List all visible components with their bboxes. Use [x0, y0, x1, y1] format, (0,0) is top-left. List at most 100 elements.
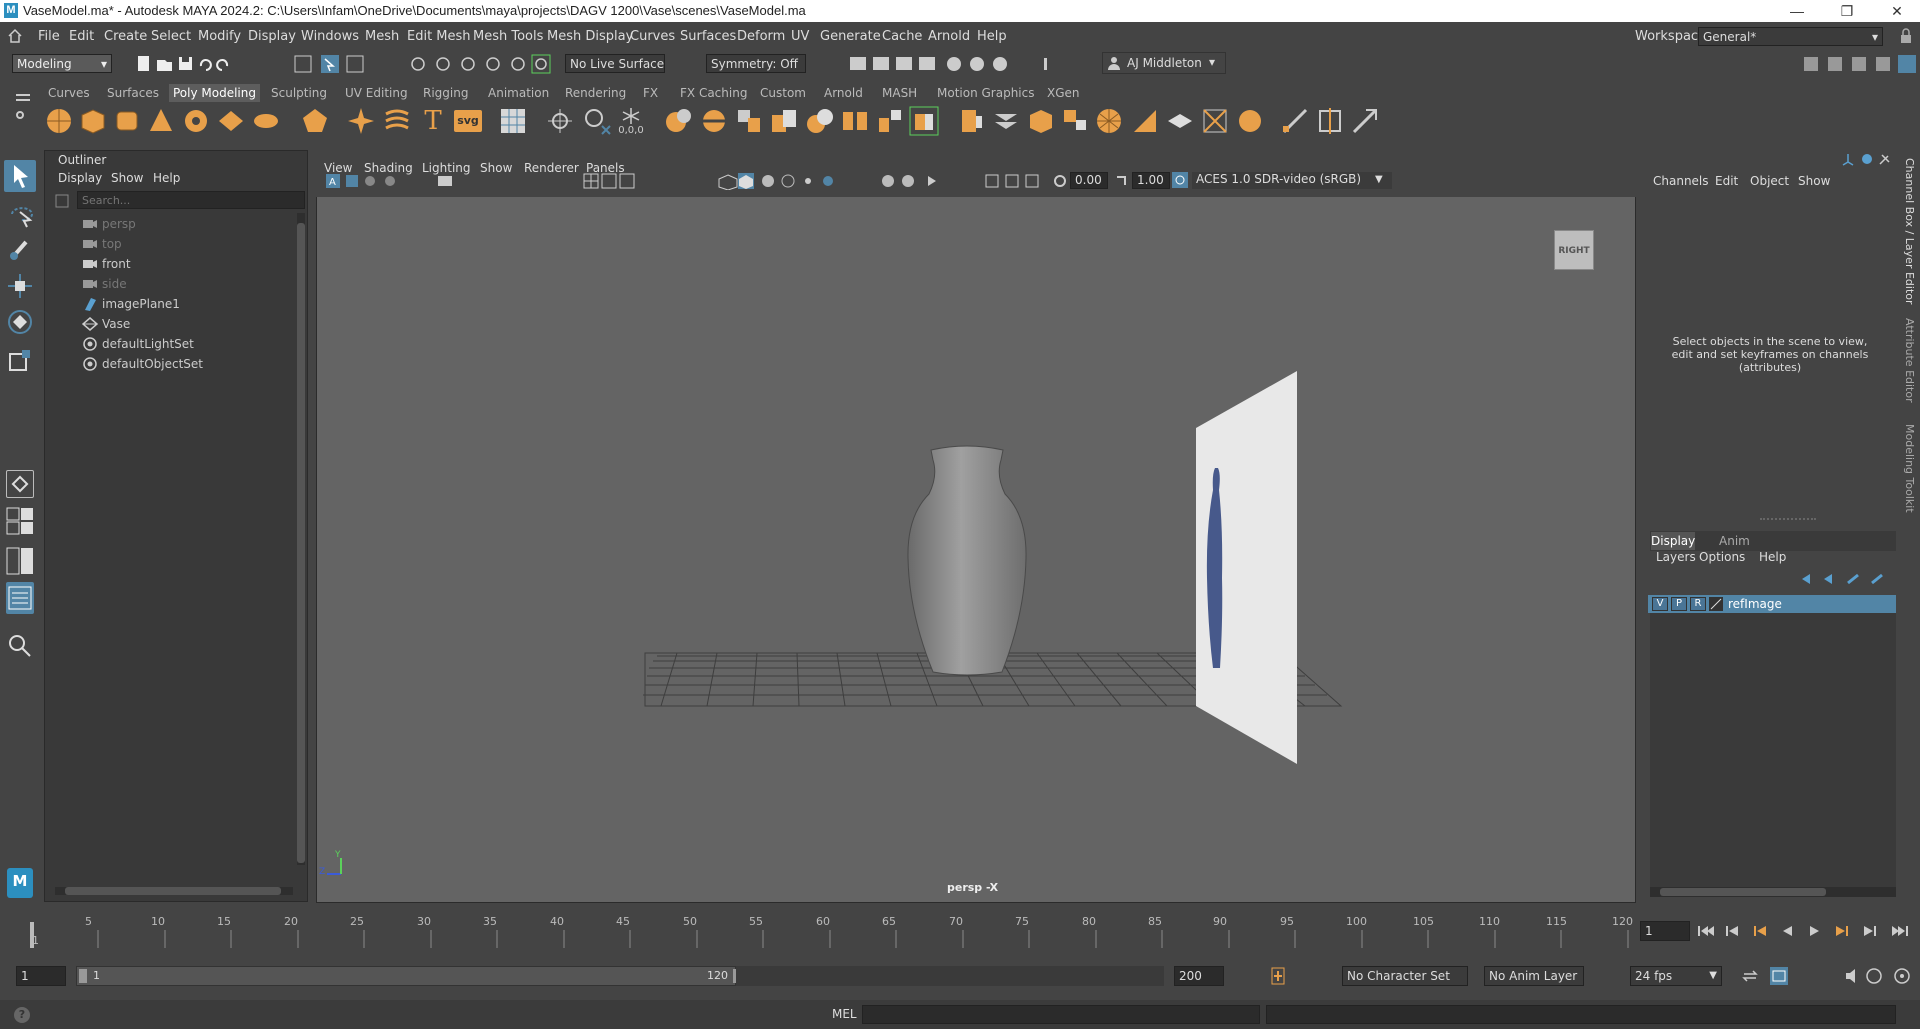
append-polygon-icon[interactable]	[991, 106, 1021, 136]
menu-mesh-tools[interactable]: Mesh Tools	[473, 29, 543, 44]
menu-edit[interactable]: Edit	[69, 29, 94, 44]
outliner-vertical-scrollbar[interactable]	[297, 213, 305, 865]
step-back-frame-icon[interactable]	[1754, 926, 1766, 936]
new-layer-selected-icon[interactable]	[1871, 573, 1883, 585]
user-account[interactable]: AJ Middleton ▾	[1102, 52, 1226, 74]
step-back-key-icon[interactable]	[1726, 926, 1738, 936]
side-tab-channel-box[interactable]: Channel Box / Layer Editor	[1903, 158, 1916, 305]
menu-deform[interactable]: Deform	[737, 29, 785, 44]
textured-icon[interactable]	[781, 174, 795, 188]
mode-select[interactable]: Modeling ▾	[12, 54, 112, 73]
extrude-icon[interactable]	[909, 106, 939, 136]
super-shape-icon[interactable]	[346, 106, 376, 136]
exposure-icon[interactable]	[1054, 175, 1066, 187]
snap-grid-icon[interactable]	[411, 57, 425, 71]
select-object-icon[interactable]	[321, 55, 339, 73]
poly-disc-icon[interactable]	[251, 106, 281, 136]
camera-attributes-icon[interactable]	[346, 175, 358, 187]
filter-icon[interactable]	[55, 194, 69, 208]
scale-tool-icon[interactable]	[4, 344, 36, 376]
arnold-view-icon[interactable]	[993, 57, 1007, 71]
arnold-render-icon[interactable]	[970, 57, 984, 71]
boolean-union-icon[interactable]	[769, 106, 799, 136]
resolution-gate-icon[interactable]	[1025, 174, 1039, 188]
move-tool-icon[interactable]	[4, 270, 36, 302]
menu-display[interactable]: Display	[248, 29, 296, 44]
side-tab-modeling-toolkit[interactable]: Modeling Toolkit	[1903, 424, 1916, 513]
attribute-editor-toggle-icon[interactable]	[1828, 57, 1842, 71]
poly-torus-icon[interactable]	[181, 106, 211, 136]
layer-playback-toggle[interactable]: P	[1671, 597, 1687, 611]
auto-key-icon[interactable]	[1268, 966, 1308, 986]
layer-horizontal-scrollbar[interactable]	[1650, 887, 1896, 897]
snap-point-icon[interactable]	[461, 57, 475, 71]
platonic-solid-icon[interactable]	[300, 106, 330, 136]
close-button[interactable]: ✕	[1874, 0, 1920, 22]
four-view-layout-icon[interactable]	[6, 505, 34, 537]
boolean-difference-icon[interactable]	[805, 106, 835, 136]
outliner-menu-help[interactable]: Help	[153, 171, 180, 185]
smooth-shade-all-icon[interactable]	[738, 173, 754, 189]
redo-icon[interactable]	[216, 59, 229, 71]
shelf-tab-arnold[interactable]: Arnold	[820, 84, 867, 102]
home-icon[interactable]	[7, 28, 23, 44]
shelf-tab-mash[interactable]: MASH	[878, 84, 921, 102]
type-tool-icon[interactable]: T	[418, 106, 448, 136]
layer-visibility-toggle[interactable]: V	[1652, 597, 1668, 611]
animation-end-field[interactable]: 200	[1174, 966, 1224, 986]
center-pivot-icon[interactable]	[545, 106, 575, 136]
fill-hole-icon[interactable]	[1060, 106, 1090, 136]
image-plane-toggle-icon[interactable]	[385, 176, 395, 186]
hypershade-icon[interactable]	[947, 57, 961, 71]
vase-model[interactable]	[907, 445, 1027, 676]
menu-arnold[interactable]: Arnold	[928, 29, 970, 44]
shaded-wire-icon[interactable]	[718, 174, 738, 190]
snap-magnet-icon[interactable]	[531, 54, 551, 74]
anim-layer-select[interactable]: No Anim Layer	[1484, 966, 1584, 986]
mirror-icon[interactable]	[840, 106, 870, 136]
wedge-icon[interactable]	[1130, 106, 1160, 136]
poke-icon[interactable]	[1165, 106, 1195, 136]
poly-sphere-icon[interactable]	[44, 106, 74, 136]
menu-surfaces[interactable]: Surfaces	[680, 29, 736, 44]
move-layer-down-icon[interactable]	[1824, 574, 1832, 584]
film-gate-icon[interactable]	[438, 176, 452, 186]
target-weld-icon[interactable]	[1350, 106, 1380, 136]
extract-icon[interactable]	[1026, 106, 1056, 136]
transform-axis-icon[interactable]	[1842, 154, 1854, 166]
minimize-button[interactable]: —	[1774, 0, 1820, 22]
edge-loop-icon[interactable]	[1315, 106, 1345, 136]
grid-toggle-icon[interactable]	[985, 174, 999, 188]
menu-mesh[interactable]: Mesh	[365, 29, 399, 44]
image-plane[interactable]	[1196, 371, 1297, 764]
gamma-icon[interactable]	[1114, 174, 1128, 188]
bounding-box-icon[interactable]	[619, 173, 635, 189]
select-tool-icon[interactable]	[4, 160, 36, 192]
render-settings-icon[interactable]	[919, 57, 935, 70]
outliner-menu-show[interactable]: Show	[111, 171, 143, 185]
menu-cache[interactable]: Cache	[882, 29, 922, 44]
gamma-field[interactable]: 1.00	[1132, 172, 1170, 189]
command-language-label[interactable]: MEL	[832, 1007, 857, 1021]
lock-icon[interactable]	[1898, 28, 1914, 44]
outliner-layout-icon[interactable]	[6, 582, 34, 614]
range-slider[interactable]: 1 120	[76, 966, 741, 986]
exposure-field[interactable]: 0.00	[1070, 172, 1108, 189]
shelf-tab-surfaces[interactable]: Surfaces	[103, 84, 163, 102]
layer-editor-toggle-icon[interactable]	[1898, 55, 1916, 73]
bevel-icon[interactable]	[956, 106, 986, 136]
save-scene-icon[interactable]	[179, 57, 192, 70]
layer-reference-toggle[interactable]: R	[1690, 597, 1706, 611]
live-surface-field[interactable]: No Live Surface	[565, 54, 665, 73]
lights-icon[interactable]	[805, 178, 811, 184]
poly-cube-icon[interactable]	[78, 106, 108, 136]
color-management-icon[interactable]	[1172, 172, 1188, 188]
bookmarks-icon[interactable]	[365, 176, 375, 186]
fps-select[interactable]: 24 fps ▼	[1630, 966, 1722, 986]
command-input[interactable]	[862, 1005, 1260, 1024]
range-start-handle[interactable]	[79, 969, 87, 983]
isolate-select-icon[interactable]	[928, 176, 936, 186]
move-layer-up-icon[interactable]	[1802, 574, 1810, 584]
snap-view-plane-icon[interactable]	[486, 57, 500, 71]
outliner-menu-display[interactable]: Display	[58, 171, 102, 185]
